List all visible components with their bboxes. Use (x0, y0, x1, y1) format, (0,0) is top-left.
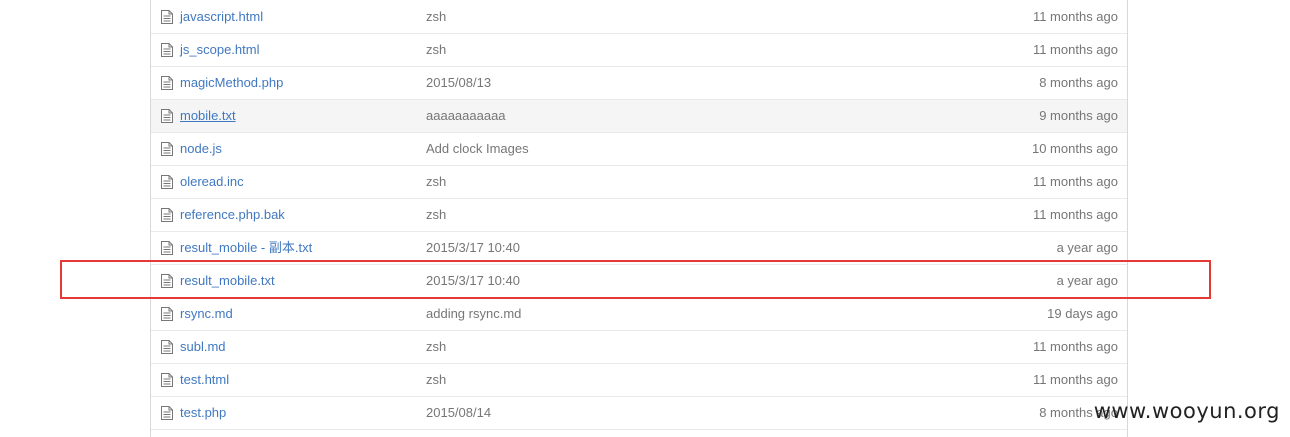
commit-age: 19 days ago (1047, 306, 1118, 321)
commit-message-link[interactable]: zsh (426, 331, 446, 363)
commit-age: 11 months ago (1032, 339, 1118, 354)
commit-message-link[interactable]: zsh (426, 364, 446, 396)
file-name-link[interactable]: rsync.md (180, 298, 233, 330)
file-name-link[interactable]: subl.md (180, 331, 226, 363)
file-text-icon (161, 406, 173, 420)
file-row[interactable]: result_mobile - 副本.txt 2015/3/17 10:40 a… (151, 232, 1127, 265)
file-name-link[interactable]: magicMethod.php (180, 67, 283, 99)
file-text-icon (161, 208, 173, 222)
commit-age: 8 months ago (1039, 75, 1118, 90)
file-name-link[interactable]: node.js (180, 133, 222, 165)
file-text-icon (161, 175, 173, 189)
file-name-link[interactable]: result_mobile - 副本.txt (180, 232, 312, 264)
file-row[interactable]: reference.php.bak zsh 11 months ago (151, 199, 1127, 232)
commit-message-link[interactable]: 2015/08/14 (426, 397, 491, 429)
file-row[interactable]: test.html zsh 11 months ago (151, 364, 1127, 397)
commit-message-link[interactable]: 2015/3/17 10:40 (426, 232, 520, 264)
commit-age: 11 months ago (1032, 42, 1118, 57)
file-row[interactable]: subl.md zsh 11 months ago (151, 331, 1127, 364)
commit-message-link[interactable]: 2015/08/13 (426, 67, 491, 99)
file-row[interactable]: node.js Add clock Images 10 months ago (151, 133, 1127, 166)
commit-age: 11 months ago (1032, 9, 1118, 24)
watermark: www.wooyun.org (1093, 399, 1280, 423)
file-name-link[interactable]: javascript.html (180, 0, 263, 34)
commit-age: a year ago (1056, 240, 1118, 255)
commit-age: 11 months ago (1032, 207, 1118, 222)
file-name-link[interactable]: test.html (180, 364, 229, 396)
file-row[interactable]: magicMethod.php 2015/08/13 8 months ago (151, 67, 1127, 100)
file-text-icon (161, 307, 173, 321)
file-text-icon (161, 9, 173, 24)
commit-message-link[interactable]: aaaaaaaaaaa (426, 100, 506, 132)
commit-age: 10 months ago (1031, 141, 1118, 156)
file-list: javascript.html zsh 11 months ago js_sco… (150, 0, 1128, 437)
commit-message-link[interactable]: 2015/3/17 10:40 (426, 265, 520, 297)
file-name-link[interactable]: result_mobile.txt (180, 265, 275, 297)
file-text-icon (161, 373, 173, 387)
file-text-icon (161, 43, 173, 57)
file-row[interactable]: test.php 2015/08/14 8 months ago (151, 397, 1127, 430)
file-row[interactable]: mobile.txt aaaaaaaaaaa 9 months ago (151, 100, 1127, 133)
file-text-icon (161, 274, 173, 288)
file-row-highlighted[interactable]: result_mobile.txt 2015/3/17 10:40 a year… (151, 265, 1127, 298)
file-row[interactable]: js_scope.html zsh 11 months ago (151, 34, 1127, 67)
file-name-link[interactable]: test.php (180, 397, 226, 429)
commit-message-link[interactable]: Add clock Images (426, 133, 529, 165)
file-text-icon (161, 142, 173, 156)
file-row[interactable]: rsync.md adding rsync.md 19 days ago (151, 298, 1127, 331)
file-name-link[interactable]: oleread.inc (180, 166, 244, 198)
commit-age: a year ago (1056, 273, 1118, 288)
commit-age: 11 months ago (1032, 372, 1118, 387)
commit-age: 11 months ago (1032, 174, 1118, 189)
file-row[interactable]: javascript.html zsh 11 months ago (151, 0, 1127, 34)
file-text-icon (161, 109, 173, 123)
repository-file-browser: javascript.html zsh 11 months ago js_sco… (0, 0, 1290, 437)
commit-age: 9 months ago (1039, 108, 1118, 123)
file-text-icon (161, 241, 173, 255)
file-row[interactable]: oleread.inc zsh 11 months ago (151, 166, 1127, 199)
commit-message-link[interactable]: zsh (426, 34, 446, 66)
file-name-link[interactable]: reference.php.bak (180, 199, 285, 231)
file-name-link[interactable]: js_scope.html (180, 34, 259, 66)
commit-message-link[interactable]: adding rsync.md (426, 298, 521, 330)
commit-message-link[interactable]: zsh (426, 166, 446, 198)
file-name-link[interactable]: mobile.txt (180, 100, 236, 132)
file-text-icon (161, 340, 173, 354)
file-text-icon (161, 76, 173, 90)
commit-message-link[interactable]: zsh (426, 199, 446, 231)
commit-message-link[interactable]: zsh (426, 0, 446, 34)
